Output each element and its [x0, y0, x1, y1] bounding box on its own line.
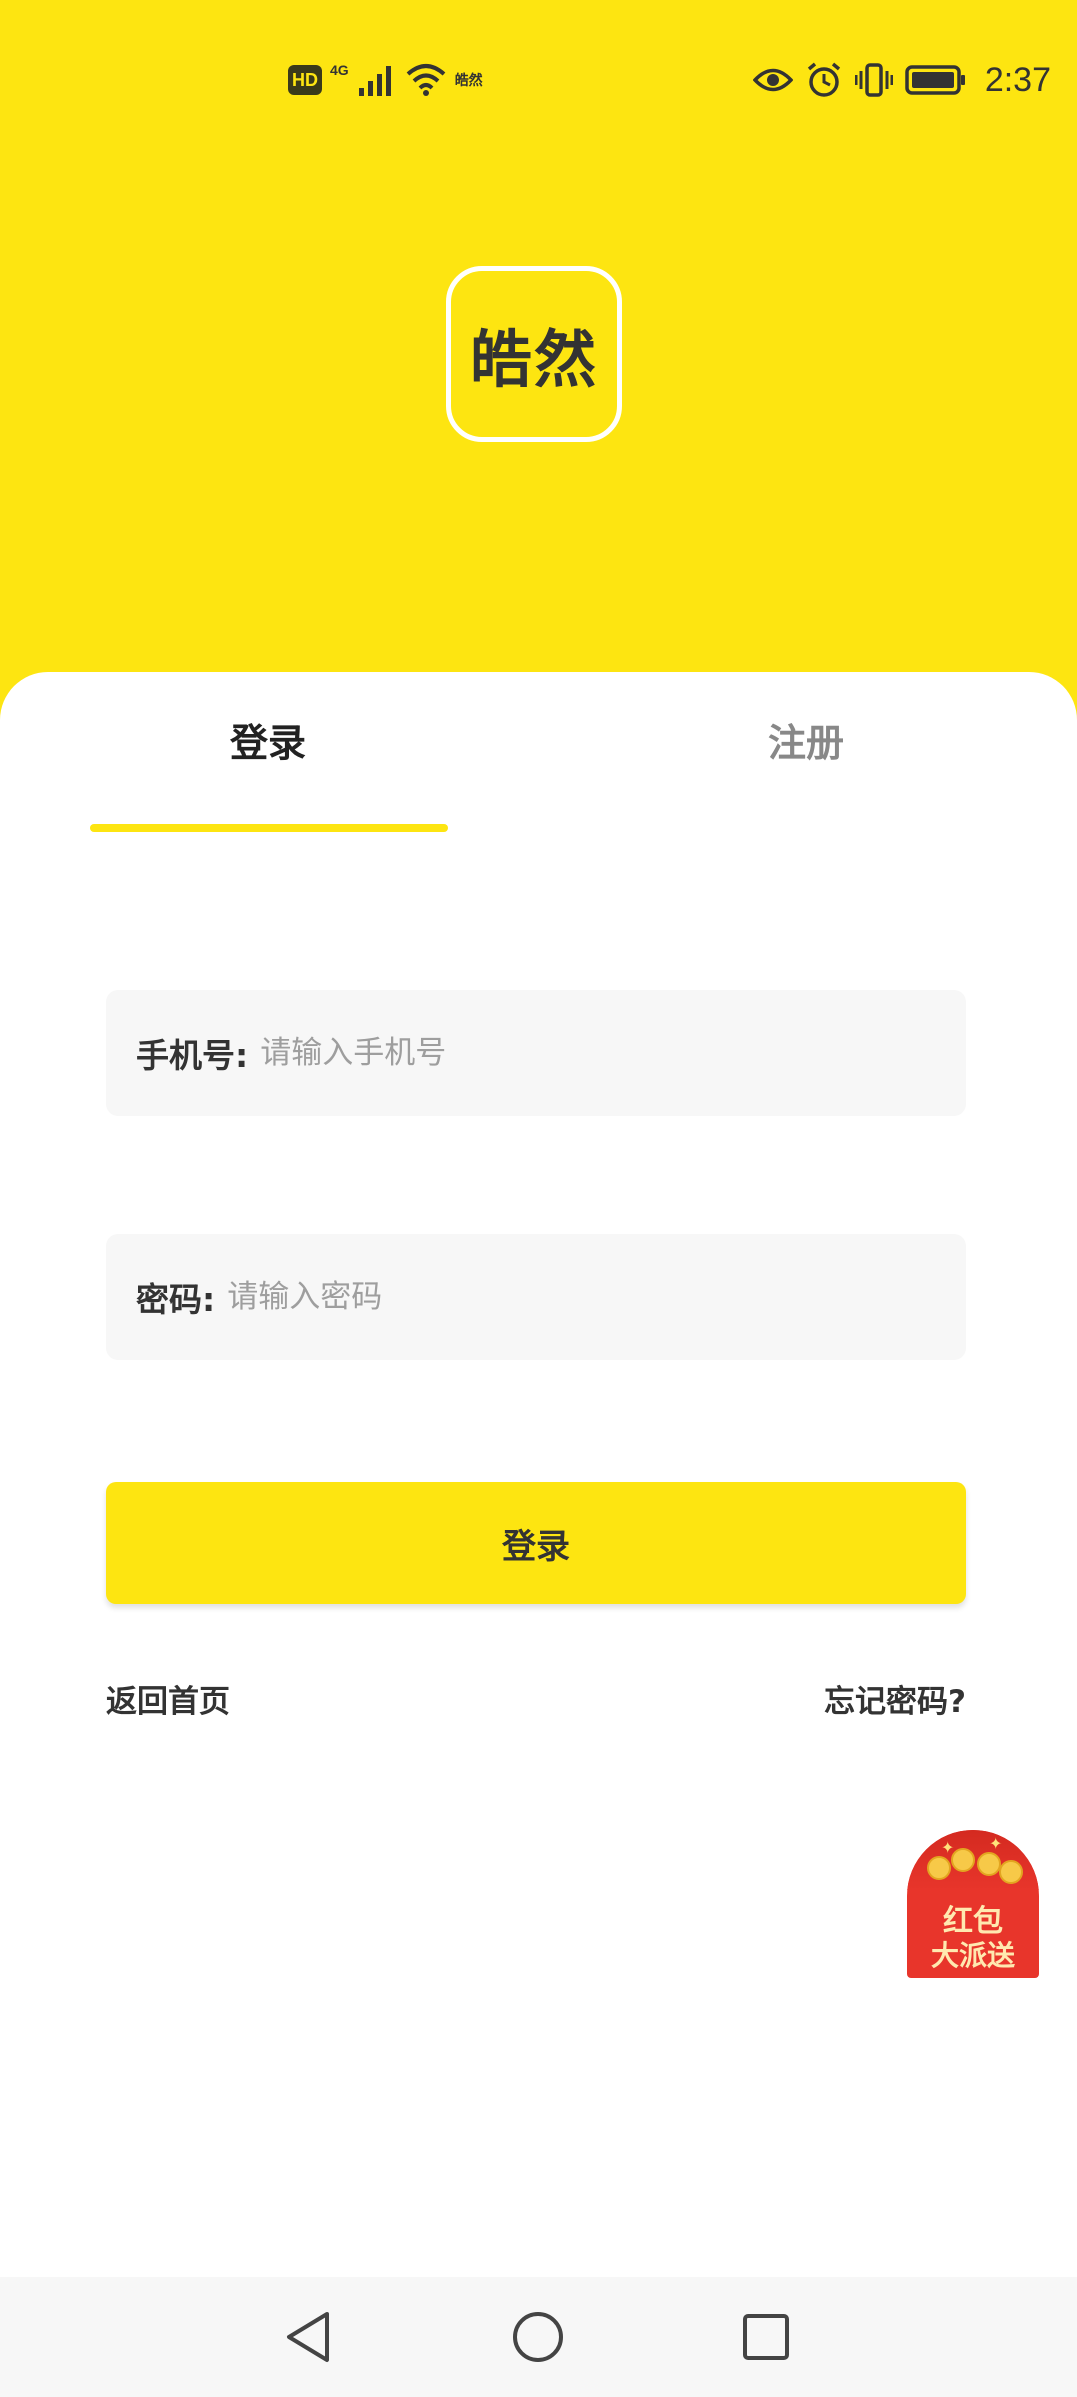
login-card: 登录 注册 手机号: 密码: 登录 返回首页 忘记密码?	[0, 672, 1077, 2272]
nav-back-icon	[287, 2312, 329, 2362]
nav-home-button[interactable]	[508, 2307, 568, 2367]
password-label: 密码:	[136, 1280, 216, 1319]
active-tab-indicator	[90, 824, 448, 832]
phone-field[interactable]: 手机号:	[106, 990, 966, 1116]
forgot-password-link[interactable]: 忘记密码?	[824, 1676, 966, 1721]
phone-input[interactable]	[258, 1034, 966, 1072]
hd-badge: HD	[288, 65, 322, 95]
coin-icon	[977, 1852, 1001, 1876]
clock: 2:37	[984, 60, 1051, 99]
nav-back-button[interactable]	[278, 2307, 338, 2367]
nav-recent-button[interactable]	[736, 2307, 796, 2367]
status-bar-right: 2:37	[752, 56, 1051, 104]
back-home-link[interactable]: 返回首页	[106, 1676, 230, 1721]
phone-label: 手机号:	[136, 1036, 249, 1075]
status-bar-left: HD 4G 皓然	[288, 60, 483, 100]
red-packet-promo[interactable]: ✦ ✦ 红包 大派送	[907, 1830, 1039, 1978]
sparkle-icon: ✦	[989, 1834, 1003, 1853]
sparkle-icon: ✦	[941, 1838, 955, 1857]
status-app-name: 皓然	[454, 73, 483, 89]
coin-icon	[927, 1856, 951, 1880]
battery-icon	[905, 65, 965, 95]
nav-recent-icon	[743, 2314, 789, 2360]
status-bar: HD 4G 皓然 2:37	[0, 0, 1077, 160]
app-logo: 皓然	[446, 266, 622, 442]
coin-icon	[951, 1848, 975, 1872]
password-field[interactable]: 密码:	[106, 1234, 966, 1360]
tab-register[interactable]: 注册	[768, 712, 844, 767]
logo-text: 皓然	[469, 323, 598, 396]
nav-home-icon	[513, 2312, 563, 2362]
network-type: 4G	[330, 62, 349, 78]
coin-icon	[999, 1860, 1023, 1884]
red-packet-line2: 大派送	[930, 1939, 1015, 1972]
password-input[interactable]	[225, 1278, 966, 1316]
tab-login[interactable]: 登录	[230, 712, 306, 767]
wifi-icon	[406, 64, 446, 96]
alarm-icon	[807, 62, 840, 97]
vibrate-icon	[854, 63, 893, 97]
login-button[interactable]: 登录	[106, 1482, 966, 1604]
signal-icon	[358, 66, 391, 96]
eye-icon	[752, 68, 793, 92]
system-nav-bar	[0, 2277, 1077, 2397]
